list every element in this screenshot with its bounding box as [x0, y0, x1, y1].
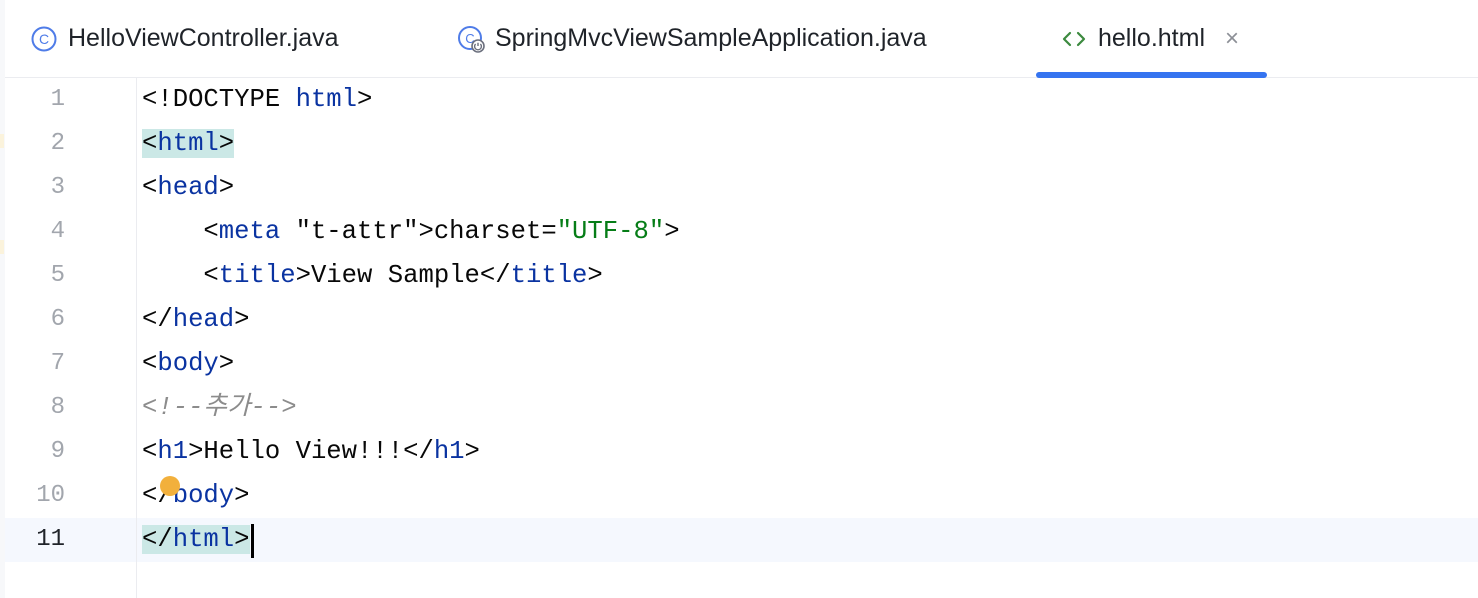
line-number: 8 [50, 394, 65, 421]
line-number: 5 [50, 262, 65, 289]
code-text: <head> [142, 173, 235, 202]
line-number: 6 [50, 306, 65, 333]
code-text: <body> [142, 349, 235, 378]
code-line[interactable]: 4 <meta "t-attr">charset="UTF-8"> [5, 210, 1478, 254]
code-line[interactable]: 2 <html> [5, 122, 1478, 166]
code-text: <!--추가--> [142, 393, 297, 422]
edge-marker [0, 240, 4, 254]
edge-marker [0, 134, 4, 148]
code-line[interactable]: 3 <head> [5, 166, 1478, 210]
code-text: <!DOCTYPE html> [142, 85, 373, 114]
code-line[interactable]: 11 </html> [5, 518, 1478, 562]
tab-label: HelloViewController.java [68, 24, 339, 52]
text-caret [251, 524, 254, 558]
code-text: </body> [142, 481, 250, 510]
code-text: </head> [142, 305, 250, 334]
tab-hello-view-controller[interactable]: C HelloViewController.java [30, 0, 339, 77]
html-file-icon [1060, 25, 1088, 53]
code-line[interactable]: 5 <title>View Sample</title> [5, 254, 1478, 298]
line-number: 7 [50, 350, 65, 377]
tab-hello-html[interactable]: hello.html × [1036, 0, 1268, 78]
line-number: 4 [50, 218, 65, 245]
code-text: <h1>Hello View!!!</h1> [142, 437, 480, 466]
svg-text:C: C [39, 31, 49, 47]
code-text: <title>View Sample</title> [142, 261, 603, 290]
intention-bulb-icon[interactable] [160, 476, 180, 496]
line-number: 1 [50, 86, 65, 113]
code-line[interactable]: 7 <body> [5, 342, 1478, 386]
editor-tab-bar: C HelloViewController.java C SpringMvcVi… [5, 0, 1478, 78]
close-tab-icon[interactable]: × [1225, 25, 1239, 53]
code-text: <meta "t-attr">charset="UTF-8"> [142, 217, 680, 246]
code-line[interactable]: 1 <!DOCTYPE html> [5, 78, 1478, 122]
code-text: </html> [142, 525, 250, 554]
line-number: 11 [36, 526, 65, 553]
line-number: 10 [36, 482, 65, 509]
line-number: 2 [50, 130, 65, 157]
java-class-icon: C [30, 25, 58, 53]
line-number: 3 [50, 174, 65, 201]
tab-label: SpringMvcViewSampleApplication.java [495, 24, 927, 52]
code-line[interactable]: 9 <h1>Hello View!!!</h1> [5, 430, 1478, 474]
code-editor[interactable]: 1 <!DOCTYPE html> 2 <html> 3 <head> 4 <meta "t… [5, 78, 1478, 598]
code-line[interactable]: 10 </body> [5, 474, 1478, 518]
tab-label: hello.html [1098, 24, 1205, 52]
code-line[interactable]: 8 <!--추가--> [5, 386, 1478, 430]
code-line[interactable]: 6 </head> [5, 298, 1478, 342]
code-text: <html> [142, 129, 235, 158]
spring-boot-class-icon: C [457, 25, 485, 53]
line-number: 9 [50, 438, 65, 465]
tab-spring-mvc-view-sample-application[interactable]: C SpringMvcViewSampleApplication.java [457, 0, 927, 77]
